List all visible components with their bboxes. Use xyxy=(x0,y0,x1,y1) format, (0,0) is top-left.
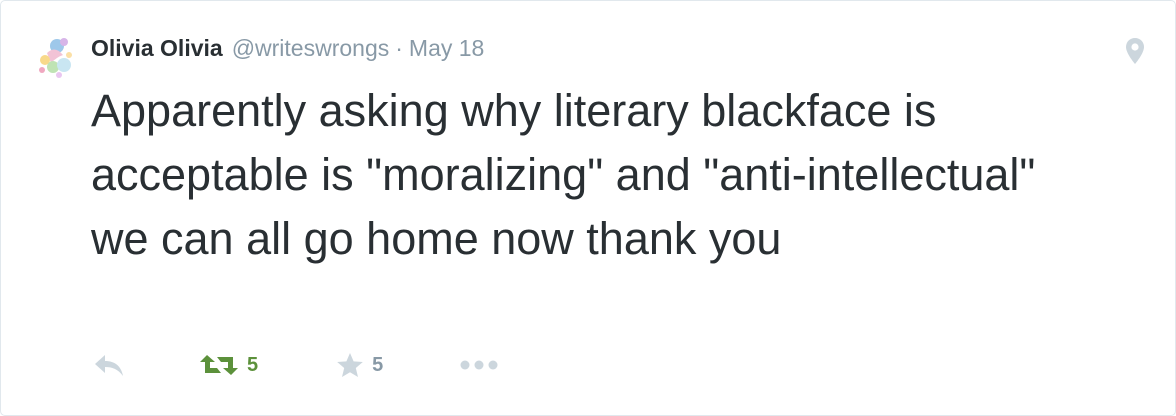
avatar-image xyxy=(31,33,79,81)
retweet-button[interactable]: 5 xyxy=(199,353,258,377)
favorite-button[interactable]: 5 xyxy=(336,352,383,378)
avatar[interactable] xyxy=(31,33,79,81)
tweet-timestamp[interactable]: May 18 xyxy=(409,35,484,62)
favorite-count: 5 xyxy=(372,353,384,376)
more-dots-icon xyxy=(460,360,498,370)
tweet-card[interactable]: Olivia Olivia @writeswrongs · May 18 App… xyxy=(0,0,1176,416)
retweet-count: 5 xyxy=(247,353,259,376)
author-username[interactable]: @writeswrongs xyxy=(232,35,390,62)
header-separator: · xyxy=(395,35,403,61)
retweet-icon xyxy=(200,355,238,375)
tweet-header: Olivia Olivia @writeswrongs · May 18 xyxy=(91,35,484,65)
location-pin-icon[interactable] xyxy=(1125,37,1145,65)
tweet-text: Apparently asking why literary blackface… xyxy=(91,85,1036,264)
tweet-actions: 5 5 xyxy=(93,347,499,383)
author-fullname[interactable]: Olivia Olivia xyxy=(91,35,223,62)
star-icon xyxy=(337,353,363,377)
reply-icon xyxy=(95,355,123,376)
more-button[interactable] xyxy=(459,359,499,371)
reply-button[interactable] xyxy=(93,347,129,383)
